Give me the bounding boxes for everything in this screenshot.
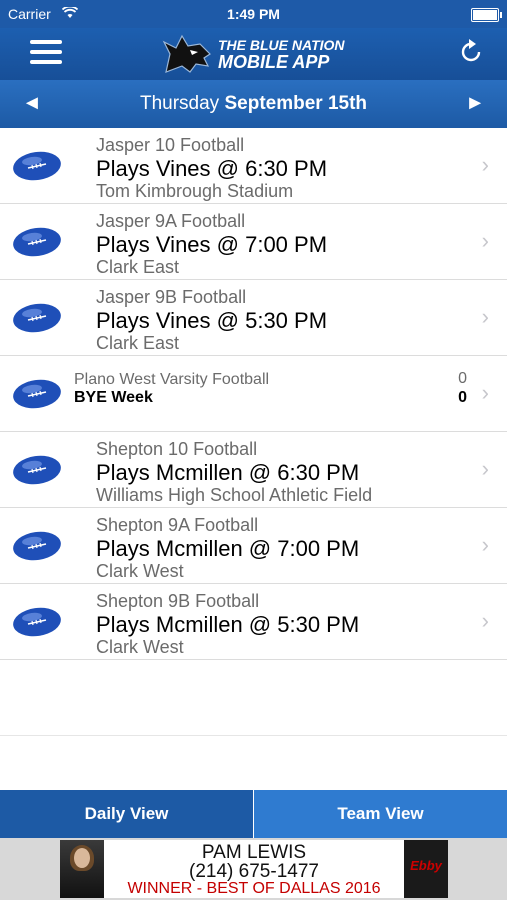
score-top: 0 — [458, 370, 467, 387]
empty-row — [0, 660, 507, 736]
current-date: Thursday September 15th — [0, 93, 507, 115]
game-info: BYE Week — [74, 389, 153, 406]
chevron-right-icon: › — [481, 532, 489, 557]
chevron-right-icon: › — [481, 304, 489, 329]
app-logo: THE BLUE NATION MOBILE APP — [160, 32, 350, 76]
venue: Clark East — [96, 333, 180, 353]
team-name: Plano West Varsity Football — [74, 371, 270, 388]
menu-button[interactable] — [30, 40, 62, 66]
chevron-right-icon: › — [481, 152, 489, 177]
tab-team-view[interactable]: Team View — [254, 790, 507, 838]
football-icon — [13, 303, 61, 333]
game-row[interactable]: Jasper 9B Football Plays Vines @ 5:30 PM… — [0, 280, 507, 356]
date-weekday: Thursday — [139, 93, 220, 114]
logo-line1: THE BLUE NATION — [218, 37, 345, 53]
ad-banner[interactable]: PAM LEWIS (214) 675-1477 WINNER - BEST O… — [0, 838, 507, 900]
game-row[interactable]: Shepton 10 Football Plays Mcmillen @ 6:3… — [0, 432, 507, 508]
venue: Clark West — [96, 637, 184, 657]
game-row[interactable]: Shepton 9B Football Plays Mcmillen @ 5:3… — [0, 584, 507, 660]
football-icon — [13, 151, 61, 181]
brokerage-logo: Ebby — [404, 840, 448, 898]
view-tabs: Daily View Team View — [0, 790, 507, 838]
hamburger-menu-icon — [30, 40, 62, 44]
chevron-right-icon: › — [481, 380, 489, 405]
game-row[interactable]: Shepton 9A Football Plays Mcmillen @ 7:0… — [0, 508, 507, 584]
venue: Clark West — [96, 561, 184, 581]
team-name: Jasper 9A Football — [96, 211, 246, 231]
refresh-icon — [461, 39, 481, 62]
football-icon — [13, 531, 61, 561]
app-header: THE BLUE NATION MOBILE APP — [0, 28, 507, 80]
venue: Williams High School Athletic Field — [96, 485, 373, 505]
next-day-button[interactable]: ► — [465, 92, 485, 115]
status-bar: Carrier 1:49 PM — [0, 0, 507, 28]
football-icon — [13, 607, 61, 637]
football-icon — [13, 227, 61, 257]
clock: 1:49 PM — [227, 6, 280, 22]
football-icon — [13, 455, 61, 485]
chevron-right-icon: › — [481, 608, 489, 633]
ad-slogan: WINNER - BEST OF DALLAS 2016 — [127, 880, 381, 897]
tab-daily-view[interactable]: Daily View — [0, 790, 253, 838]
football-icon — [13, 379, 61, 409]
game-info: Plays Vines @ 5:30 PM — [96, 308, 328, 333]
game-info: Plays Mcmillen @ 6:30 PM — [96, 460, 360, 485]
battery-icon — [471, 8, 502, 22]
logo-line2: MOBILE APP — [218, 52, 330, 72]
venue: Clark East — [96, 257, 180, 277]
refresh-button[interactable] — [457, 38, 485, 66]
team-name: Jasper 9B Football — [96, 287, 247, 307]
team-name: Shepton 10 Football — [96, 439, 258, 459]
game-row[interactable]: Jasper 10 Football Plays Vines @ 6:30 PM… — [0, 128, 507, 204]
team-name: Jasper 10 Football — [96, 135, 245, 155]
venue: Tom Kimbrough Stadium — [96, 181, 294, 201]
date-navigator: ◄ Thursday September 15th ► — [0, 80, 507, 128]
chevron-right-icon: › — [481, 456, 489, 481]
game-info: Plays Mcmillen @ 7:00 PM — [96, 536, 360, 561]
score-bottom: 0 — [458, 389, 467, 406]
game-info: Plays Vines @ 7:00 PM — [96, 232, 328, 257]
wolf-logo-icon — [162, 34, 211, 73]
game-info: Plays Vines @ 6:30 PM — [96, 156, 328, 181]
game-row-bye[interactable]: Plano West Varsity Football BYE Week 0 0… — [0, 356, 507, 432]
date-day: September 15th — [224, 93, 368, 114]
game-row[interactable]: Jasper 9A Football Plays Vines @ 7:00 PM… — [0, 204, 507, 280]
team-name: Shepton 9B Football — [96, 591, 260, 611]
chevron-right-icon: › — [481, 228, 489, 253]
brokerage-logo-text: Ebby — [410, 858, 442, 873]
ad-content: PAM LEWIS (214) 675-1477 WINNER - BEST O… — [60, 840, 448, 898]
agent-photo — [60, 840, 104, 898]
game-info: Plays Mcmillen @ 5:30 PM — [96, 612, 360, 637]
games-list: Jasper 10 Football Plays Vines @ 6:30 PM… — [0, 128, 507, 736]
team-name: Shepton 9A Football — [96, 515, 259, 535]
